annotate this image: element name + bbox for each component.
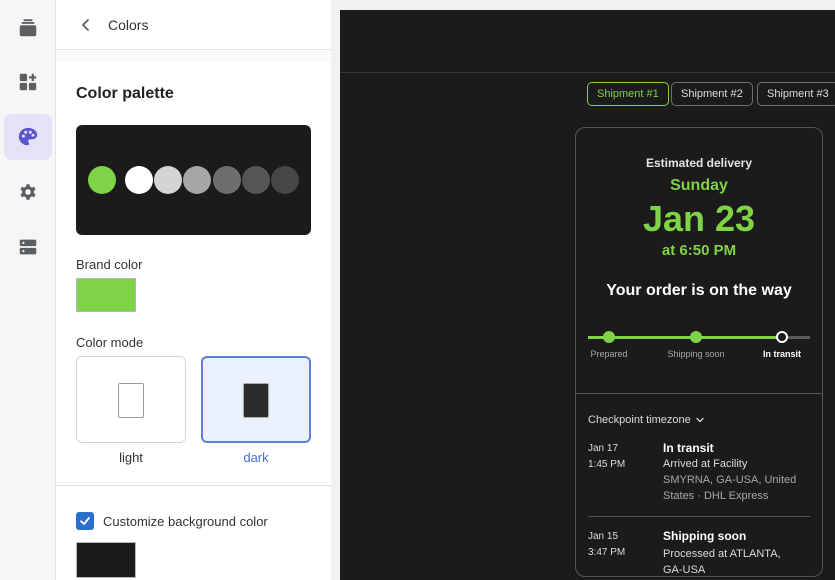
brand-color-swatch[interactable]: [76, 278, 136, 312]
rail-item-sections[interactable]: [4, 59, 52, 105]
delivery-day: Sunday: [670, 177, 728, 194]
server-icon: [19, 239, 37, 255]
delivery-card: Estimated delivery Sunday Jan 23 at 6:50…: [575, 127, 823, 577]
light-mode-icon: [118, 383, 144, 418]
rail-item-settings[interactable]: [4, 169, 52, 215]
checkpoint-detail: Processed at ATLANTA, GA-USA: [663, 548, 781, 576]
checkpoint-location: SMYRNA, GA-USA, United States · DHL Expr…: [663, 474, 797, 502]
back-button[interactable]: [72, 11, 100, 39]
background-color-swatch[interactable]: [76, 542, 136, 578]
palette-swatch: [213, 166, 241, 194]
checkpoint-time: 3:47 PM: [588, 547, 626, 558]
delivery-time: at 6:50 PM: [661, 242, 737, 259]
chevron-left-icon: [82, 18, 89, 31]
section-heading: Color palette: [76, 85, 174, 102]
delivery-date: Jan 23: [642, 198, 756, 239]
palette-swatch: [271, 166, 299, 194]
dark-mode-icon: [243, 383, 269, 418]
progress-step-label-current: In transit: [762, 349, 801, 359]
palette-swatch: [183, 166, 211, 194]
progress-step-dot: [603, 331, 615, 343]
rail-item-layers[interactable]: [4, 5, 52, 51]
checkpoint-title: In transit: [663, 441, 714, 455]
color-mode-label: Color mode: [76, 335, 144, 350]
progress-step-dot: [690, 331, 702, 343]
progress-step-dot-current: [776, 331, 788, 343]
settings-panel: Colors Color palette Brand color Color m…: [56, 0, 331, 580]
dashboard-add-icon: [19, 73, 37, 91]
palette-preview[interactable]: [76, 125, 311, 235]
shipment-tab[interactable]: Shipment #1: [587, 82, 669, 106]
shipment-tab[interactable]: Shipment #3: [757, 82, 835, 106]
timezone-label: Checkpoint timezone: [588, 414, 691, 426]
palette-swatch: [242, 166, 270, 194]
checkpoint-date: Jan 17: [588, 443, 619, 454]
progress-step-label: Shipping soon: [667, 349, 725, 359]
progress-step-label: Prepared: [590, 349, 628, 359]
gear-icon: [20, 184, 36, 200]
checkpoint-date: Jan 15: [588, 531, 619, 542]
checkpoint-detail: Arrived at Facility: [663, 458, 748, 470]
background-section: Customize background color: [56, 487, 331, 580]
dark-mode-label: dark: [243, 450, 269, 465]
chevron-down-icon: [696, 417, 704, 423]
checkpoint-divider: [588, 516, 810, 517]
rail-item-colors[interactable]: [4, 114, 52, 160]
checkmark-icon: [80, 517, 90, 525]
rail-item-storage[interactable]: [4, 224, 52, 270]
light-mode-label: light: [119, 450, 143, 465]
customize-bg-row: Customize background color: [76, 512, 268, 530]
card-divider: [576, 393, 822, 394]
palette-swatch: [125, 166, 153, 194]
tracking-page-preview: Shipment #1 Shipment #2 Shipment #3 Esti…: [340, 10, 835, 580]
preview-header-divider: [340, 72, 835, 73]
color-palette-section: Color palette Brand color Color mode lig…: [56, 62, 331, 486]
order-status-heading: Your order is on the way: [606, 282, 792, 299]
shipment-tab[interactable]: Shipment #2: [671, 82, 753, 106]
palette-swatch: [88, 166, 116, 194]
palette-swatch: [154, 166, 182, 194]
color-mode-light[interactable]: [76, 356, 186, 443]
brand-color-label: Brand color: [76, 257, 143, 272]
progress-fill: [588, 336, 784, 339]
customize-bg-checkbox[interactable]: [76, 512, 94, 530]
color-mode-dark[interactable]: [201, 356, 311, 443]
estimated-delivery-label: Estimated delivery: [645, 156, 753, 170]
timezone-selector[interactable]: Checkpoint timezone: [588, 414, 705, 426]
customize-bg-label: Customize background color: [103, 513, 268, 529]
palette-icon: [18, 127, 38, 146]
panel-title: Colors: [108, 16, 149, 33]
checkpoint-title: Shipping soon: [663, 529, 747, 543]
panel-header: Colors: [56, 0, 331, 50]
icon-rail: [0, 0, 56, 580]
layers-icon: [19, 19, 37, 37]
checkpoint-time: 1:45 PM: [588, 459, 626, 470]
